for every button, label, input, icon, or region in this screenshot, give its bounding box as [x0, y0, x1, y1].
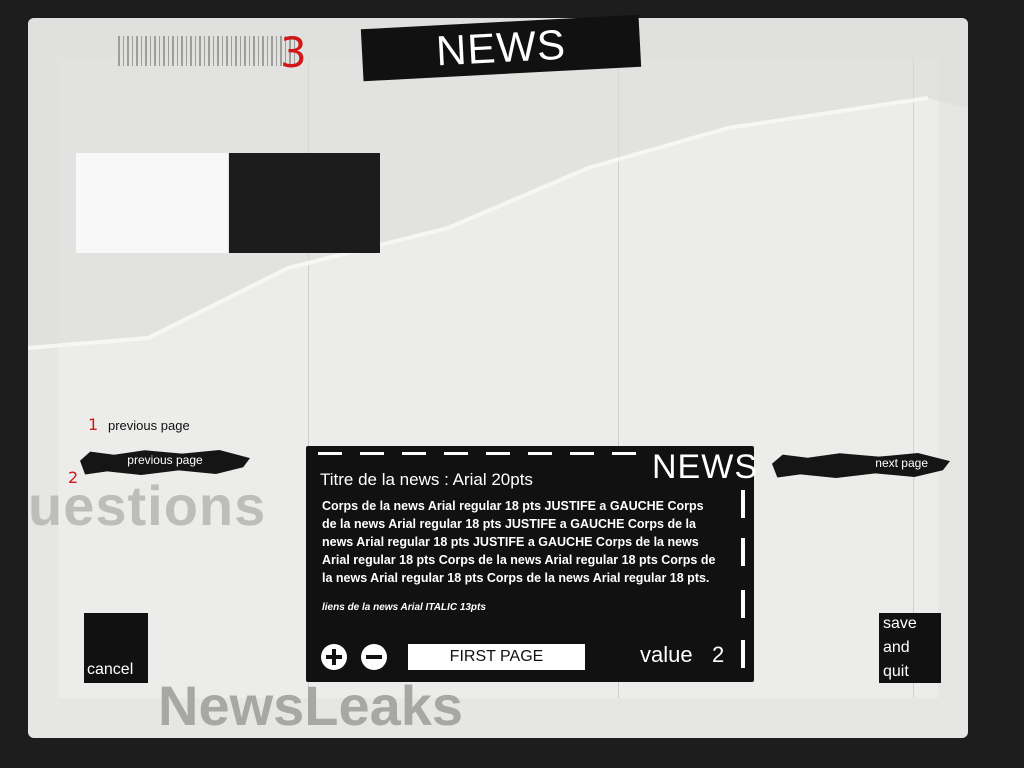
first-page-button[interactable]: FIRST PAGE — [408, 644, 585, 670]
value-number: 2 — [712, 642, 725, 667]
news-scrollbar[interactable] — [741, 490, 747, 670]
previous-page-button-label: previous page — [127, 453, 203, 467]
page-title: NEWS — [434, 20, 568, 75]
image-placeholder-white — [76, 153, 228, 253]
news-body: Corps de la news Arial regular 18 pts JU… — [322, 499, 716, 585]
news-title: Titre de la news : Arial 20pts — [320, 470, 533, 489]
scroll-segment[interactable] — [741, 640, 745, 668]
background-brand-text: NewsLeaks — [158, 674, 464, 737]
image-placeholder-black — [229, 153, 380, 253]
scroll-segment[interactable] — [741, 490, 745, 518]
previous-page-label: previous page — [108, 418, 190, 433]
cancel-button[interactable]: cancel — [84, 613, 148, 683]
scroll-segment[interactable] — [741, 590, 745, 618]
minus-icon — [366, 655, 382, 659]
zoom-in-button[interactable] — [321, 644, 347, 670]
annotation-marker-3: 3 — [280, 28, 307, 77]
news-panel-heading: NEWS — [652, 448, 758, 486]
cancel-button-label: cancel — [87, 661, 134, 678]
news-link[interactable]: liens de la news Arial ITALIC 13pts — [322, 602, 486, 613]
zoom-out-button[interactable] — [361, 644, 387, 670]
value-label: value — [640, 642, 693, 667]
next-page-button-label: next page — [875, 456, 928, 470]
dashed-divider — [318, 452, 638, 455]
scroll-segment[interactable] — [741, 538, 745, 566]
save-and-quit-button[interactable]: save and quit — [879, 613, 941, 683]
plus-icon — [332, 649, 336, 665]
annotation-marker-2: 2 — [68, 468, 79, 487]
annotation-marker-1: 1 — [88, 415, 99, 434]
barcode-decoration — [118, 36, 298, 66]
save-and-quit-label: save and quit — [883, 615, 917, 680]
